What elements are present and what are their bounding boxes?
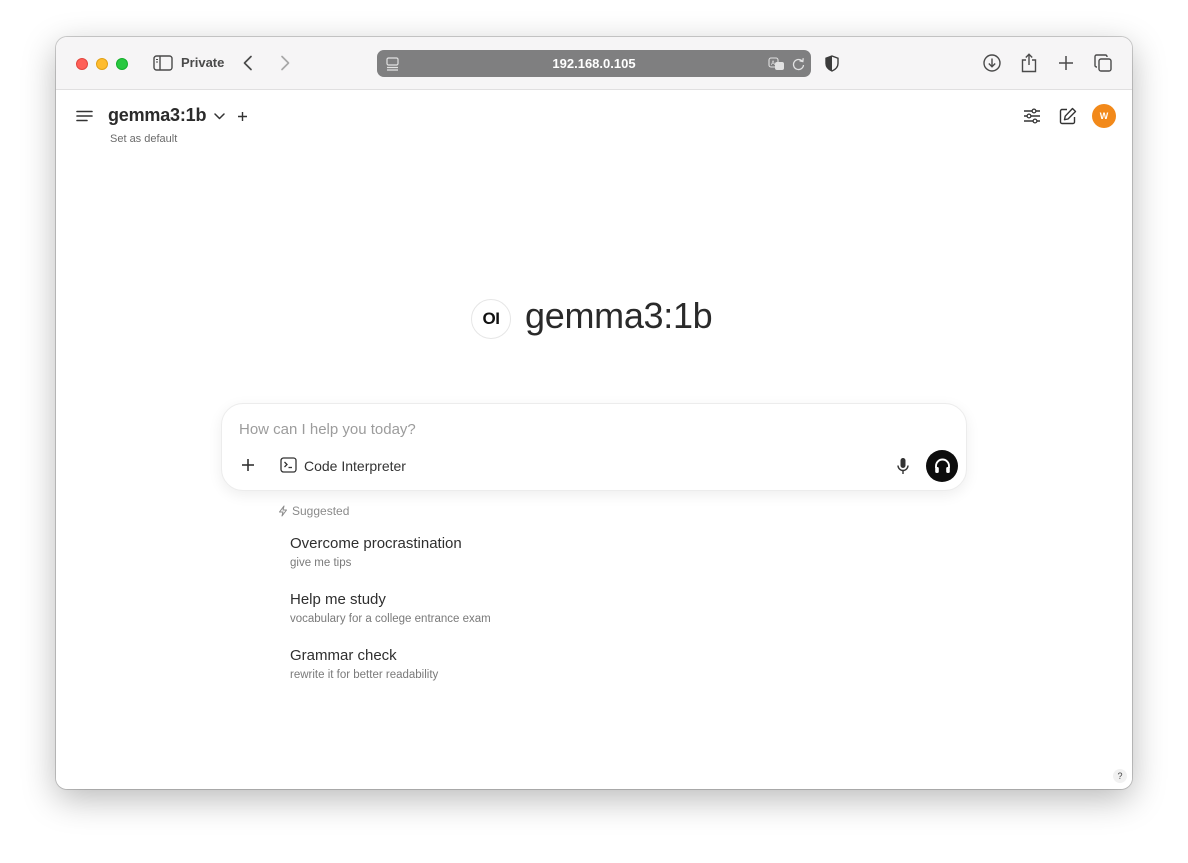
plus-icon[interactable] bbox=[239, 456, 257, 474]
zoom-window-button[interactable] bbox=[116, 58, 128, 70]
new-chat-icon[interactable] bbox=[1058, 106, 1078, 126]
suggestion-item[interactable]: Overcome procrastination give me tips bbox=[290, 535, 462, 569]
hero-model-title: gemma3:1b bbox=[525, 295, 713, 336]
headphones-icon bbox=[934, 458, 951, 474]
user-avatar[interactable]: W bbox=[1092, 104, 1116, 128]
suggestion-subtitle: vocabulary for a college entrance exam bbox=[290, 613, 491, 625]
voice-mode-button[interactable] bbox=[926, 450, 958, 482]
bolt-icon bbox=[278, 505, 288, 517]
suggestion-title: Help me study bbox=[290, 591, 386, 608]
private-label: Private bbox=[181, 55, 225, 70]
browser-window: Private 192.168.0.105 A gemma3:1b Set as… bbox=[56, 37, 1132, 789]
share-icon[interactable] bbox=[1019, 52, 1039, 73]
code-interpreter-toggle[interactable]: Code Interpreter bbox=[304, 458, 406, 474]
terminal-icon[interactable] bbox=[279, 456, 297, 474]
suggested-heading: Suggested bbox=[278, 504, 349, 518]
tab-overview-icon[interactable] bbox=[1093, 53, 1113, 73]
menu-icon[interactable] bbox=[75, 108, 93, 124]
open-webui-logo: OI bbox=[471, 299, 511, 339]
suggestion-subtitle: give me tips bbox=[290, 557, 352, 569]
downloads-icon[interactable] bbox=[982, 53, 1002, 73]
reload-icon[interactable] bbox=[791, 56, 805, 71]
help-button[interactable]: ? bbox=[1113, 769, 1127, 783]
suggestion-subtitle: rewrite it for better readability bbox=[290, 669, 439, 681]
sidebar-icon[interactable] bbox=[153, 54, 173, 72]
close-window-button[interactable] bbox=[76, 58, 88, 70]
translate-icon[interactable]: A bbox=[767, 56, 785, 71]
address-bar[interactable]: 192.168.0.105 A bbox=[377, 50, 811, 77]
prompt-box: Code Interpreter bbox=[221, 403, 967, 491]
prompt-input[interactable] bbox=[239, 418, 839, 440]
set-as-default-link[interactable]: Set as default bbox=[110, 133, 177, 145]
chat-app: gemma3:1b Set as default W OI gemma3:1b … bbox=[56, 91, 1132, 789]
controls-icon[interactable] bbox=[1022, 106, 1042, 126]
suggestion-title: Grammar check bbox=[290, 647, 397, 664]
url-text: 192.168.0.105 bbox=[552, 56, 636, 71]
suggestion-title: Overcome procrastination bbox=[290, 535, 462, 552]
privacy-shield-icon[interactable] bbox=[824, 54, 840, 72]
minimize-window-button[interactable] bbox=[96, 58, 108, 70]
chevron-down-icon[interactable] bbox=[212, 110, 226, 122]
forward-icon[interactable] bbox=[278, 54, 292, 72]
back-icon[interactable] bbox=[241, 54, 255, 72]
microphone-icon[interactable] bbox=[894, 456, 912, 476]
browser-toolbar: Private 192.168.0.105 A bbox=[56, 37, 1132, 90]
suggestion-item[interactable]: Grammar check rewrite it for better read… bbox=[290, 647, 438, 681]
suggested-label: Suggested bbox=[292, 504, 350, 518]
new-tab-icon[interactable] bbox=[1056, 53, 1076, 73]
add-model-button[interactable] bbox=[235, 109, 249, 123]
suggestion-item[interactable]: Help me study vocabulary for a college e… bbox=[290, 591, 491, 625]
model-selector[interactable]: gemma3:1b bbox=[108, 105, 206, 126]
